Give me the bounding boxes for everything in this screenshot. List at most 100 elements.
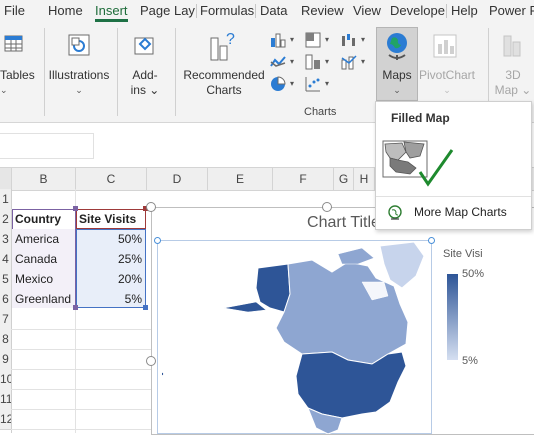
select-all-corner[interactable] bbox=[0, 168, 12, 190]
table-cell-country[interactable]: America bbox=[15, 230, 75, 249]
tab-page-layout[interactable]: Page Lay bbox=[140, 0, 195, 22]
range-handle[interactable] bbox=[143, 305, 148, 310]
name-box[interactable] bbox=[0, 133, 94, 159]
tab-divider bbox=[446, 4, 447, 18]
recommended-charts-icon: ? bbox=[210, 31, 235, 61]
chevron-down-icon[interactable]: ▾ bbox=[361, 57, 365, 66]
chevron-down-icon: ⌄ bbox=[443, 85, 451, 95]
recommended-charts-label: Recommended Charts bbox=[183, 68, 265, 97]
table-cell-country[interactable]: Greenland bbox=[15, 290, 75, 309]
pivotchart-icon bbox=[433, 34, 457, 58]
row-header-1[interactable]: 1 bbox=[0, 189, 11, 210]
column-header-b[interactable]: B bbox=[12, 168, 76, 190]
row-header-3[interactable]: 3 bbox=[0, 229, 11, 250]
table-cell-country[interactable]: Mexico bbox=[15, 270, 75, 289]
header-cell-country[interactable]: Country bbox=[15, 210, 61, 229]
scatter-chart-icon[interactable] bbox=[305, 76, 321, 92]
filled-map-heading: Filled Map bbox=[391, 111, 450, 125]
tab-power-pivot[interactable]: Power P bbox=[489, 0, 534, 22]
filled-map-chart[interactable]: Chart Title Site Visi 50% 5% bbox=[151, 207, 534, 435]
waterfall-chart-icon[interactable] bbox=[341, 32, 357, 48]
table-cell-country[interactable]: Canada bbox=[15, 250, 75, 269]
tables-button[interactable]: Tables ⌄ bbox=[0, 26, 35, 108]
illustrations-icon bbox=[68, 34, 90, 56]
globe-icon bbox=[387, 33, 407, 60]
row-header-12[interactable]: 12 bbox=[0, 409, 11, 430]
region-alaska[interactable] bbox=[255, 263, 291, 313]
tab-insert[interactable]: Insert bbox=[95, 0, 128, 22]
row-header-2[interactable]: 2 bbox=[0, 209, 11, 230]
legend-max-label: 50% bbox=[462, 268, 485, 280]
more-map-charts-item[interactable]: More Map Charts bbox=[382, 203, 527, 223]
tab-developer[interactable]: Develope bbox=[390, 0, 445, 22]
header-cell-site-visits[interactable]: Site Visits bbox=[79, 210, 136, 229]
tab-review[interactable]: Review bbox=[301, 0, 344, 22]
statistic-chart-icon[interactable] bbox=[305, 54, 321, 70]
region-hawaii bbox=[162, 372, 164, 376]
chevron-down-icon[interactable]: ▾ bbox=[325, 35, 329, 44]
chevron-down-icon: ⌄ bbox=[75, 85, 83, 95]
tab-home[interactable]: Home bbox=[48, 0, 83, 22]
chart-resize-handle[interactable] bbox=[146, 356, 156, 366]
chevron-down-icon[interactable]: ▾ bbox=[290, 35, 294, 44]
row-header-9[interactable]: 9 bbox=[0, 349, 11, 370]
row-header-11[interactable]: 11 bbox=[0, 389, 11, 410]
chevron-down-icon[interactable]: ▾ bbox=[290, 79, 294, 88]
column-header-c[interactable]: C bbox=[76, 168, 147, 190]
column-chart-icon[interactable] bbox=[270, 32, 286, 48]
tab-view[interactable]: View bbox=[353, 0, 381, 22]
chevron-down-icon: ⌄ bbox=[393, 85, 401, 95]
add-ins-button[interactable]: Add-ins ⌄ bbox=[119, 26, 171, 108]
tab-help[interactable]: Help bbox=[451, 0, 478, 22]
column-header-d[interactable]: D bbox=[147, 168, 208, 190]
hierarchy-chart-icon[interactable] bbox=[305, 32, 321, 48]
add-ins-icon bbox=[134, 37, 154, 55]
group-divider bbox=[117, 28, 118, 116]
plot-area-handle[interactable] bbox=[154, 237, 161, 244]
table-cell-visits[interactable]: 25% bbox=[79, 250, 142, 269]
range-handle[interactable] bbox=[73, 305, 78, 310]
pivotchart-button[interactable]: PivotChart ⌄ bbox=[418, 26, 476, 108]
3d-map-icon bbox=[503, 35, 521, 57]
region-united-states[interactable] bbox=[295, 351, 407, 419]
ribbon-tab-bar: File Home Insert Page Lay Formulas Data … bbox=[0, 0, 534, 23]
chevron-down-icon[interactable]: ▾ bbox=[325, 79, 329, 88]
range-handle[interactable] bbox=[73, 206, 78, 211]
tab-file[interactable]: File bbox=[4, 0, 25, 22]
legend-title: Site Visi bbox=[443, 248, 483, 260]
line-chart-icon[interactable] bbox=[270, 54, 286, 70]
chevron-down-icon[interactable]: ▾ bbox=[325, 57, 329, 66]
combo-chart-icon[interactable] bbox=[341, 54, 357, 70]
region-greenland[interactable] bbox=[379, 242, 425, 289]
row-header-5[interactable]: 5 bbox=[0, 269, 11, 290]
3d-map-button[interactable]: 3D Map ⌄ bbox=[492, 26, 534, 108]
row-header-7[interactable]: 7 bbox=[0, 309, 11, 330]
illustrations-button[interactable]: Illustrations ⌄ bbox=[46, 26, 112, 108]
pie-chart-icon[interactable] bbox=[270, 76, 286, 92]
grid-row bbox=[11, 189, 151, 210]
row-header-6[interactable]: 6 bbox=[0, 289, 11, 310]
chevron-down-icon[interactable]: ▾ bbox=[361, 35, 365, 44]
row-header-4[interactable]: 4 bbox=[0, 249, 11, 270]
recommended-charts-button[interactable]: ? Recommended Charts bbox=[180, 26, 268, 108]
table-cell-visits[interactable]: 50% bbox=[79, 230, 142, 249]
column-header-f[interactable]: F bbox=[273, 168, 334, 190]
chevron-down-icon[interactable]: ▾ bbox=[290, 57, 294, 66]
row-header-10[interactable]: 10 bbox=[0, 369, 11, 390]
column-header-h[interactable]: H bbox=[354, 168, 375, 190]
grid-row bbox=[11, 389, 151, 410]
pivotchart-label: PivotChart ⌄ bbox=[418, 68, 476, 98]
column-header-g[interactable]: G bbox=[334, 168, 354, 190]
tab-data[interactable]: Data bbox=[260, 0, 287, 22]
grid-row bbox=[11, 409, 151, 430]
menu-divider bbox=[376, 196, 531, 197]
tab-formulas[interactable]: Formulas bbox=[200, 0, 254, 22]
table-cell-visits[interactable]: 20% bbox=[79, 270, 142, 289]
row-header-8[interactable]: 8 bbox=[0, 329, 11, 350]
column-header-e[interactable]: E bbox=[208, 168, 273, 190]
maps-button[interactable]: Maps ⌄ bbox=[376, 27, 418, 101]
table-cell-visits[interactable]: 5% bbox=[79, 290, 142, 309]
chart-resize-handle[interactable] bbox=[146, 202, 156, 212]
chart-resize-handle[interactable] bbox=[322, 202, 332, 212]
tab-divider bbox=[255, 4, 256, 18]
